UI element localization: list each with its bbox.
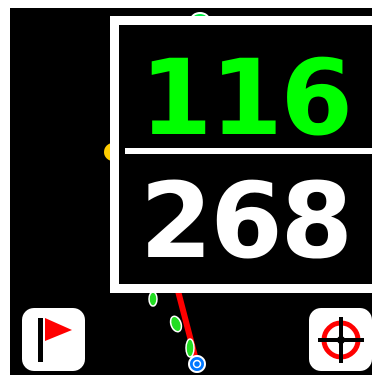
- readout-divider: [125, 148, 372, 154]
- track-dot: [169, 315, 183, 333]
- flag-icon: [38, 318, 72, 362]
- bottom-distance-value: 268: [139, 160, 353, 282]
- golf-gps-screen: 116 268: [0, 0, 372, 375]
- current-position-center: [192, 359, 202, 369]
- track-dot: [148, 291, 158, 307]
- distance-readout-panel: 116 268: [110, 16, 372, 293]
- target-button[interactable]: [309, 308, 372, 371]
- crosshair-icon: [318, 317, 364, 363]
- flag-button[interactable]: [22, 308, 85, 371]
- top-distance-value: 116: [139, 37, 353, 159]
- track-dot: [185, 338, 195, 358]
